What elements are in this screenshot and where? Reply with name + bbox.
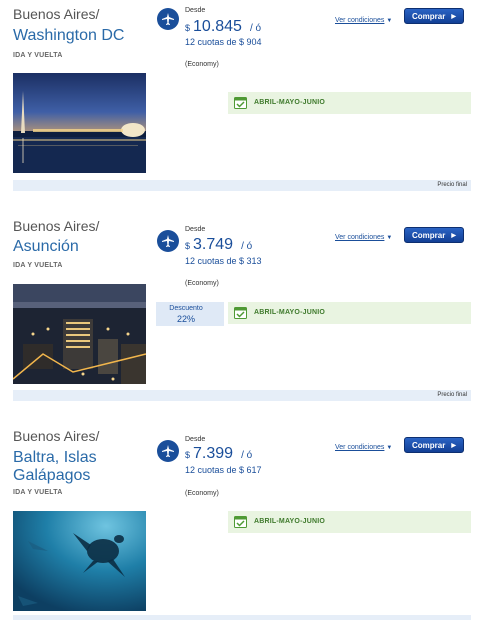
conditions-link[interactable]: Ver condiciones ▼ [335,234,392,241]
conditions-link[interactable]: Ver condiciones ▼ [335,444,392,451]
destination-photo[interactable] [13,511,146,611]
installments: 12 cuotas de $ 617 [185,465,262,475]
origin-city: Buenos Aires/ [13,6,100,22]
price-from-label: Desde [185,436,206,443]
price-amount: 10.845 [193,18,242,35]
chevron-down-icon: ▼ [386,445,393,451]
destination-city[interactable]: Washington DC [13,27,153,45]
conditions-label: Ver condiciones [335,17,385,24]
currency-symbol: $ [185,241,191,251]
destination-city[interactable]: Asunción [13,238,153,256]
price-or: / ó [249,23,262,34]
buy-button[interactable]: Comprar ▶ [404,227,464,243]
trip-type: IDA Y VUELTA [13,262,63,269]
final-price-label: Precio final [437,392,467,398]
price-amount: 7.399 [193,445,234,462]
chevron-right-icon: ▶ [451,442,456,449]
trip-type: IDA Y VUELTA [13,489,63,496]
final-price-label: Precio final [437,182,467,188]
price-or: / ó [241,241,253,252]
calendar-check-icon [234,307,247,319]
buy-button[interactable]: Comprar ▶ [404,437,464,453]
calendar-check-icon [234,516,247,528]
price-amount: 3.749 [193,236,234,253]
price: $3.749 / ó [185,236,252,254]
conditions-link[interactable]: Ver condiciones ▼ [335,17,392,24]
discount-badge: Descuento 22% [156,302,224,326]
destination-photo[interactable] [13,284,146,384]
trip-type: IDA Y VUELTA [13,52,63,59]
buy-label: Comprar [412,440,446,450]
discount-label: Descuento [169,305,203,312]
price: $10.845 / ó [185,18,261,36]
season-label: ABRIL-MAYO-JUNIO [254,99,325,106]
chevron-right-icon: ▶ [451,13,456,20]
airplane-icon [157,230,179,252]
final-price-bar [13,615,471,620]
origin-city: Buenos Aires/ [13,428,100,444]
destination-city[interactable]: Baltra, Islas Galápagos [13,449,153,485]
conditions-label: Ver condiciones [335,234,385,241]
destination-photo[interactable] [13,73,146,173]
buy-button[interactable]: Comprar ▶ [404,8,464,24]
final-price-bar: Precio final [13,390,471,401]
season-label: ABRIL-MAYO-JUNIO [254,309,325,316]
price-from-label: Desde [185,7,206,14]
offer-card: Buenos Aires/ Baltra, Islas Galápagos ID… [0,428,483,620]
final-price-bar: Precio final [13,180,471,191]
conditions-label: Ver condiciones [335,444,385,451]
price-or: / ó [241,450,253,461]
season-label: ABRIL-MAYO-JUNIO [254,518,325,525]
price: $7.399 / ó [185,445,252,463]
cabin-class: (Economy) [185,280,219,287]
airplane-icon [157,440,179,462]
installments: 12 cuotas de $ 904 [185,37,262,47]
calendar-check-icon [234,97,247,109]
origin-city: Buenos Aires/ [13,218,100,234]
chevron-down-icon: ▼ [386,235,393,241]
offer-card: Buenos Aires/ Asunción IDA Y VUELTA Desd… [0,216,483,404]
airplane-icon [157,8,179,30]
chevron-down-icon: ▼ [386,18,393,24]
discount-value: 22% [176,314,195,324]
offer-card: Buenos Aires/ Washington DC IDA Y VUELTA… [0,6,483,194]
chevron-right-icon: ▶ [451,232,456,239]
buy-label: Comprar [412,11,446,21]
installments: 12 cuotas de $ 313 [185,256,262,266]
season-badge: ABRIL-MAYO-JUNIO [228,92,471,114]
buy-label: Comprar [412,230,446,240]
price-from-label: Desde [185,226,206,233]
season-badge: ABRIL-MAYO-JUNIO [228,302,471,324]
cabin-class: (Economy) [185,61,219,68]
cabin-class: (Economy) [185,490,219,497]
season-badge: ABRIL-MAYO-JUNIO [228,511,471,533]
currency-symbol: $ [185,450,191,460]
currency-symbol: $ [185,23,191,33]
